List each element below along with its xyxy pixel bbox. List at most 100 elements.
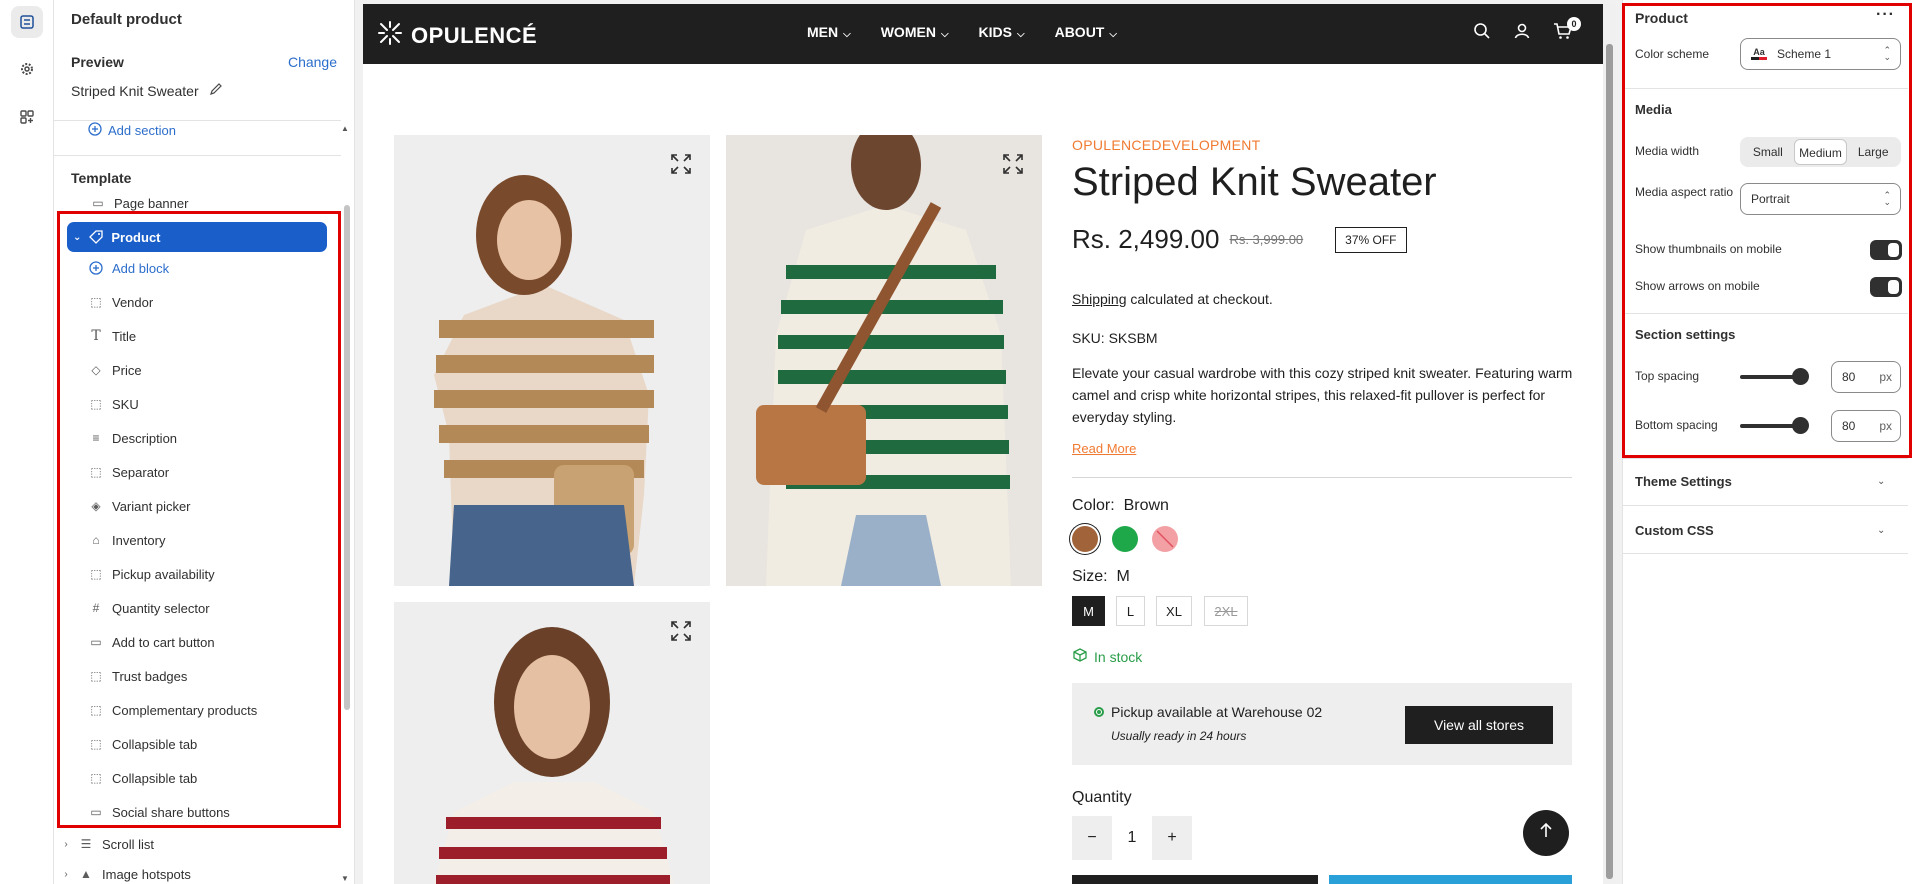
size-l[interactable]: L — [1116, 596, 1145, 626]
chevron-right-icon[interactable]: › — [60, 839, 72, 850]
scroll-up-arrow[interactable]: ▲ — [341, 124, 349, 133]
product-image-2[interactable] — [726, 135, 1042, 586]
block-add-to-cart[interactable]: ▭ Add to cart button — [88, 628, 354, 656]
add-block-button[interactable]: Add block — [88, 254, 354, 282]
product-title: Striped Knit Sweater — [1072, 160, 1437, 204]
bottom-spacing-slider[interactable] — [1740, 424, 1797, 428]
size-2xl-unavailable[interactable]: 2XL — [1204, 596, 1248, 626]
block-separator[interactable]: ⬚ Separator — [88, 458, 354, 486]
account-icon[interactable] — [1513, 22, 1531, 45]
block-sku[interactable]: ⬚ SKU — [88, 390, 354, 418]
apps-icon[interactable] — [11, 101, 43, 133]
tree-item-page-banner[interactable]: ▭ Page banner — [90, 193, 354, 213]
top-spacing-slider[interactable] — [1740, 375, 1797, 379]
thumbnails-toggle[interactable] — [1870, 240, 1902, 260]
add-to-cart-button[interactable] — [1072, 875, 1318, 884]
media-width-label: Media width — [1635, 144, 1700, 158]
block-label: SKU — [112, 396, 139, 412]
block-social-share[interactable]: ▭ Social share buttons — [88, 798, 354, 826]
tree-item-image-hotspots[interactable]: › ▲ Image hotspots — [60, 860, 330, 884]
top-spacing-knob[interactable] — [1792, 368, 1809, 385]
preview-product[interactable]: Striped Knit Sweater — [71, 82, 223, 99]
block-icon: ⬚ — [90, 771, 102, 785]
compare-price: Rs. 3,999.00 — [1229, 232, 1304, 247]
add-section-button[interactable]: Add section — [88, 122, 176, 139]
chevron-down-icon: ⌵ — [940, 29, 949, 40]
read-more-link[interactable]: Read More — [1072, 441, 1136, 456]
more-options-icon[interactable]: ··· — [1876, 6, 1895, 24]
gear-icon[interactable] — [11, 53, 43, 85]
expand-icon[interactable] — [670, 620, 692, 642]
block-trust-badges[interactable]: ⬚ Trust badges — [88, 662, 354, 690]
media-width-medium[interactable]: Medium — [1793, 139, 1848, 165]
block-inventory[interactable]: ⌂ Inventory — [88, 526, 354, 554]
pencil-icon[interactable] — [209, 82, 223, 99]
swatch-green[interactable] — [1112, 526, 1138, 552]
size-xl[interactable]: XL — [1156, 596, 1192, 626]
arrows-label: Show arrows on mobile — [1635, 279, 1760, 293]
block-variant-picker[interactable]: ◈ Variant picker — [88, 492, 354, 520]
sidebar-scrollbar[interactable] — [344, 205, 350, 710]
product-image-3[interactable] — [394, 602, 710, 884]
swatch-pink-unavailable[interactable] — [1152, 526, 1178, 552]
custom-css-accordion[interactable]: Custom CSS — [1635, 523, 1714, 538]
chevron-down-icon[interactable]: ⌄ — [1877, 476, 1885, 487]
chevron-down-icon[interactable]: ⌄ — [73, 232, 81, 243]
unit-label: px — [1879, 419, 1892, 433]
tree-item-product[interactable]: ⌄ Product — [67, 222, 327, 252]
size-m[interactable]: M — [1072, 596, 1105, 626]
theme-settings-accordion[interactable]: Theme Settings — [1635, 474, 1732, 489]
aspect-ratio-select[interactable]: Portrait ⌃ ⌄ — [1740, 183, 1901, 215]
buy-now-button[interactable] — [1329, 875, 1572, 884]
block-icon: ⬚ — [90, 295, 102, 309]
preview-scrollbar[interactable] — [1606, 44, 1613, 879]
menu-item-about[interactable]: ABOUT ⌵ — [1055, 24, 1117, 40]
top-spacing-input[interactable]: 80 px — [1831, 361, 1901, 393]
color-scheme-select[interactable]: Aa Scheme 1 ⌃ ⌄ — [1740, 38, 1901, 70]
logo-text: OPULENCÉ — [411, 23, 538, 48]
media-width-segmented: Small Medium Large — [1740, 137, 1901, 167]
block-price[interactable]: ◇ Price — [88, 356, 354, 384]
block-title[interactable]: T Title — [88, 322, 354, 350]
bottom-spacing-input[interactable]: 80 px — [1831, 410, 1901, 442]
divider — [1623, 88, 1908, 89]
block-collapsible-tab[interactable]: ⬚ Collapsible tab — [88, 764, 354, 792]
cart-icon[interactable]: 0 — [1553, 17, 1581, 45]
menu-item-men[interactable]: MEN ⌵ — [807, 24, 851, 40]
swatch-brown[interactable] — [1072, 526, 1098, 552]
sections-icon[interactable] — [11, 6, 43, 38]
block-collapsible-tab[interactable]: ⬚ Collapsible tab — [88, 730, 354, 758]
back-to-top-button[interactable] — [1523, 810, 1569, 856]
chevron-down-icon[interactable]: ⌄ — [1877, 525, 1885, 536]
view-all-stores-button[interactable]: View all stores — [1405, 706, 1553, 744]
menu-item-women[interactable]: WOMEN ⌵ — [881, 24, 949, 40]
store-logo[interactable]: OPULENCÉ — [377, 20, 537, 52]
block-icon: ⬚ — [90, 737, 102, 751]
product-vendor[interactable]: OPULENCEDEVELOPMENT — [1072, 137, 1261, 153]
price-tag-icon: ◇ — [91, 363, 101, 377]
quantity-minus-button[interactable]: − — [1072, 816, 1112, 860]
expand-icon[interactable] — [670, 153, 692, 175]
quantity-plus-button[interactable]: + — [1152, 816, 1192, 860]
block-description[interactable]: ≡ Description — [88, 424, 354, 452]
menu-item-kids[interactable]: KIDS ⌵ — [979, 24, 1025, 40]
block-complementary-products[interactable]: ⬚ Complementary products — [88, 696, 354, 724]
block-pickup-availability[interactable]: ⬚ Pickup availability — [88, 560, 354, 588]
media-width-large[interactable]: Large — [1847, 139, 1899, 165]
product-image-1[interactable] — [394, 135, 710, 586]
arrows-toggle[interactable] — [1870, 277, 1902, 297]
chevron-right-icon[interactable]: › — [60, 869, 72, 880]
quantity-input[interactable]: 1 — [1112, 816, 1152, 860]
tree-item-scroll-list[interactable]: › ☰ Scroll list — [60, 830, 330, 858]
search-icon[interactable] — [1473, 22, 1491, 45]
change-preview-link[interactable]: Change — [288, 54, 337, 70]
shipping-link[interactable]: Shipping — [1072, 291, 1127, 307]
paragraph-icon: ≡ — [92, 431, 100, 445]
block-vendor[interactable]: ⬚ Vendor — [88, 288, 354, 316]
scroll-down-arrow[interactable]: ▼ — [341, 874, 349, 883]
bottom-spacing-knob[interactable] — [1792, 417, 1809, 434]
media-width-small[interactable]: Small — [1742, 139, 1794, 165]
block-quantity-selector[interactable]: # Quantity selector — [88, 594, 354, 622]
chevron-down-icon: ⌵ — [843, 29, 851, 40]
expand-icon[interactable] — [1002, 153, 1024, 175]
